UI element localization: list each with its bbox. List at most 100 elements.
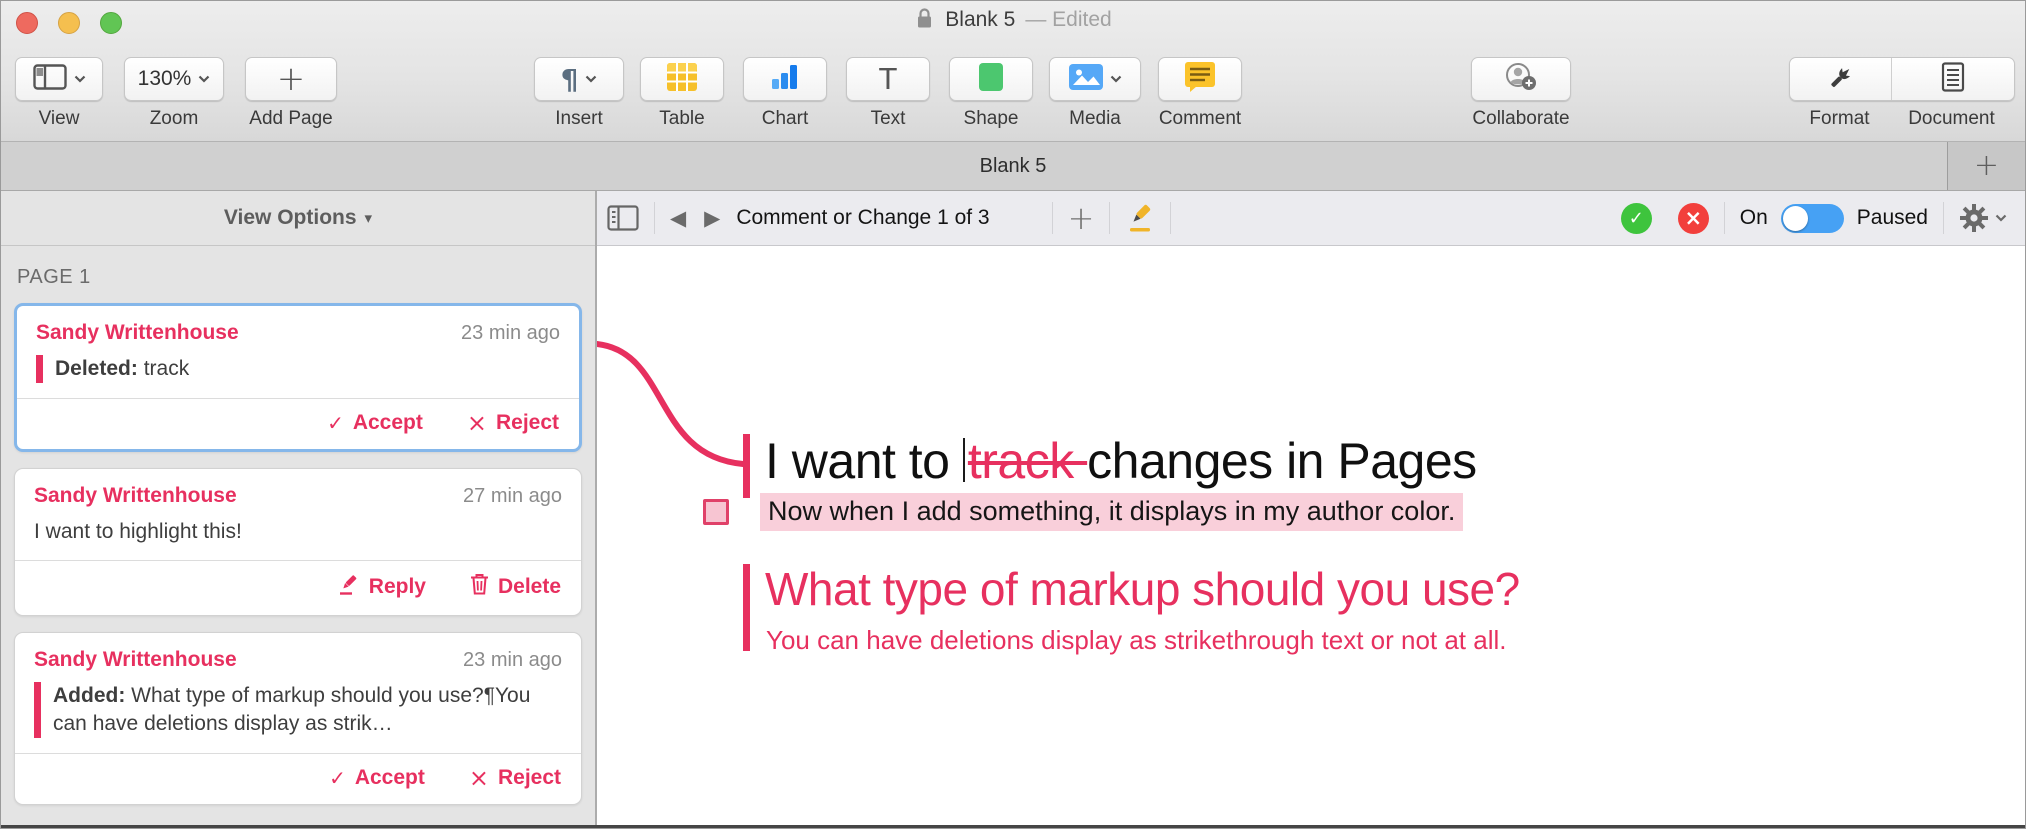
- timestamp: 27 min ago: [463, 484, 562, 507]
- tab-blank-5[interactable]: Blank 5: [980, 155, 1047, 178]
- x-icon: ×: [468, 763, 489, 792]
- track-changes-controls: ✓ × On Paused: [1620, 202, 2007, 234]
- toolbar-item-chart: Chart: [740, 57, 830, 130]
- shape-button[interactable]: [949, 57, 1033, 101]
- table-button[interactable]: [640, 57, 724, 101]
- change-bar-heading2[interactable]: [743, 564, 750, 651]
- previous-change-button[interactable]: ◀: [670, 207, 686, 229]
- add-comment-button[interactable]: +: [1068, 202, 1095, 234]
- separator: [654, 202, 655, 234]
- separator: [1109, 202, 1111, 234]
- tab-bar: Blank 5 +: [1, 142, 2025, 191]
- change-type-label: Added:: [53, 684, 126, 708]
- document-edited-status: — Edited: [1025, 7, 1112, 31]
- new-tab-button[interactable]: +: [1947, 142, 2025, 190]
- reply-button[interactable]: Reply: [338, 573, 426, 601]
- next-change-button[interactable]: ▶: [704, 207, 720, 229]
- insert-button[interactable]: ¶: [534, 57, 624, 101]
- text-button[interactable]: T: [846, 57, 930, 101]
- reject-button[interactable]: × Reject: [469, 766, 561, 790]
- accept-all-button[interactable]: ✓: [1620, 202, 1652, 234]
- comment-card[interactable]: Sandy Writtenhouse 27 min ago I want to …: [14, 467, 582, 617]
- delete-label: Delete: [497, 575, 561, 599]
- media-button[interactable]: [1049, 57, 1141, 101]
- comment-highlight-marker[interactable]: [703, 499, 729, 525]
- reject-all-button[interactable]: ×: [1677, 202, 1709, 234]
- zoom-value: 130%: [137, 67, 192, 90]
- check-icon: ✓: [329, 765, 346, 790]
- comment-button[interactable]: [1158, 57, 1242, 101]
- page-section-label: PAGE 1: [17, 266, 91, 288]
- bar-chart-icon: [771, 64, 799, 95]
- timestamp: 23 min ago: [463, 649, 562, 672]
- zoom-dropdown[interactable]: 130%: [124, 57, 224, 101]
- chevron-down-icon: [74, 70, 86, 88]
- reject-button[interactable]: × Reject: [467, 411, 559, 435]
- add-page-button[interactable]: +: [245, 57, 337, 101]
- view-options-dropdown[interactable]: View Options ▾: [1, 191, 595, 246]
- text-label: Text: [870, 108, 906, 129]
- collaborate-label: Collaborate: [1472, 108, 1570, 129]
- document-canvas[interactable]: I want to track changes in Pages Now whe…: [597, 246, 2025, 827]
- title-bar: Blank 5 — Edited: [1, 1, 2025, 38]
- document-heading-1[interactable]: I want to track changes in Pages: [765, 432, 1477, 490]
- gear-icon: [1960, 204, 1988, 232]
- card-body: Added: What type of markup should you us…: [34, 682, 562, 738]
- change-bar-heading1[interactable]: [743, 434, 750, 498]
- author-name: Sandy Writtenhouse: [36, 321, 239, 344]
- accept-button[interactable]: ✓ Accept: [327, 411, 423, 435]
- table-icon: [667, 62, 697, 96]
- change-card-added[interactable]: Sandy Writtenhouse 23 min ago Added: Wha…: [14, 632, 582, 805]
- tracking-pause-toggle[interactable]: [1780, 203, 1844, 233]
- separator: [1943, 202, 1944, 234]
- view-label: View: [38, 108, 80, 129]
- collaborate-button[interactable]: [1471, 57, 1571, 101]
- toolbar-item-comment: Comment: [1154, 57, 1246, 130]
- card-actions: Reply Delete: [15, 560, 581, 615]
- insert-label: Insert: [555, 108, 603, 129]
- chevron-down-icon: [585, 70, 597, 88]
- document-title: Blank 5: [945, 7, 1016, 31]
- comments-sidebar: View Options ▾ PAGE 1 Sandy Writtenhouse…: [1, 191, 597, 827]
- document-heading-2[interactable]: What type of markup should you use?: [765, 562, 1520, 616]
- reject-label: Reject: [495, 410, 559, 434]
- reject-label: Reject: [497, 765, 561, 789]
- comment-note-icon: [1185, 61, 1215, 97]
- format-button[interactable]: [1790, 58, 1891, 100]
- delete-button[interactable]: Delete: [470, 573, 561, 601]
- highlighted-sentence[interactable]: Now when I add something, it displays in…: [760, 493, 1464, 531]
- toggle-sidebar-button[interactable]: [607, 205, 639, 231]
- document-subheading-2[interactable]: You can have deletions display as strike…: [766, 625, 1507, 656]
- accept-button[interactable]: ✓ Accept: [329, 766, 425, 790]
- view-button[interactable]: [15, 57, 103, 101]
- plus-icon: +: [1973, 148, 2000, 183]
- tracking-paused-label: Paused: [1856, 206, 1928, 229]
- check-icon: ✓: [327, 410, 344, 435]
- document-button[interactable]: [1891, 58, 2014, 100]
- window-chrome: Blank 5 — Edited View 130% Zoom + Add Pa…: [1, 1, 2025, 142]
- text-tool-icon: T: [878, 61, 898, 96]
- track-changes-bar: ◀ ▶ Comment or Change 1 of 3 + ✓ × On Pa…: [597, 191, 2025, 246]
- table-label: Table: [659, 108, 705, 129]
- toolbar-item-shape: Shape: [946, 57, 1036, 130]
- toggle-knob: [1782, 205, 1808, 231]
- toolbar-left-group: View 130% Zoom + Add Page: [15, 57, 337, 130]
- chevron-down-icon: [1110, 70, 1122, 88]
- author-name: Sandy Writtenhouse: [34, 483, 237, 507]
- deleted-word: track: [967, 433, 1088, 489]
- separator: [1723, 202, 1725, 234]
- toolbar-center-group: ¶ Insert Table Chart T Text Shape Media …: [534, 57, 1246, 130]
- toolbar-item-zoom: 130% Zoom: [124, 57, 224, 130]
- highlighter-button[interactable]: [1125, 203, 1155, 233]
- format-brush-icon: [1826, 62, 1856, 97]
- card-body: I want to highlight this!: [34, 518, 562, 546]
- chart-button[interactable]: [743, 57, 827, 101]
- window-bottom-edge: [1, 825, 2025, 828]
- comments-list: PAGE 1 Sandy Writtenhouse 23 min ago Del…: [1, 246, 595, 827]
- chevron-down-icon: [1995, 214, 2007, 222]
- change-card-deleted[interactable]: Sandy Writtenhouse 23 min ago Deleted: t…: [14, 303, 582, 452]
- toolbar-item-text: T Text: [843, 57, 933, 130]
- pilcrow-icon: ¶: [560, 62, 579, 96]
- tracking-options-button[interactable]: [1959, 203, 2007, 233]
- document-column: ◀ ▶ Comment or Change 1 of 3 + ✓ × On Pa…: [597, 191, 2025, 827]
